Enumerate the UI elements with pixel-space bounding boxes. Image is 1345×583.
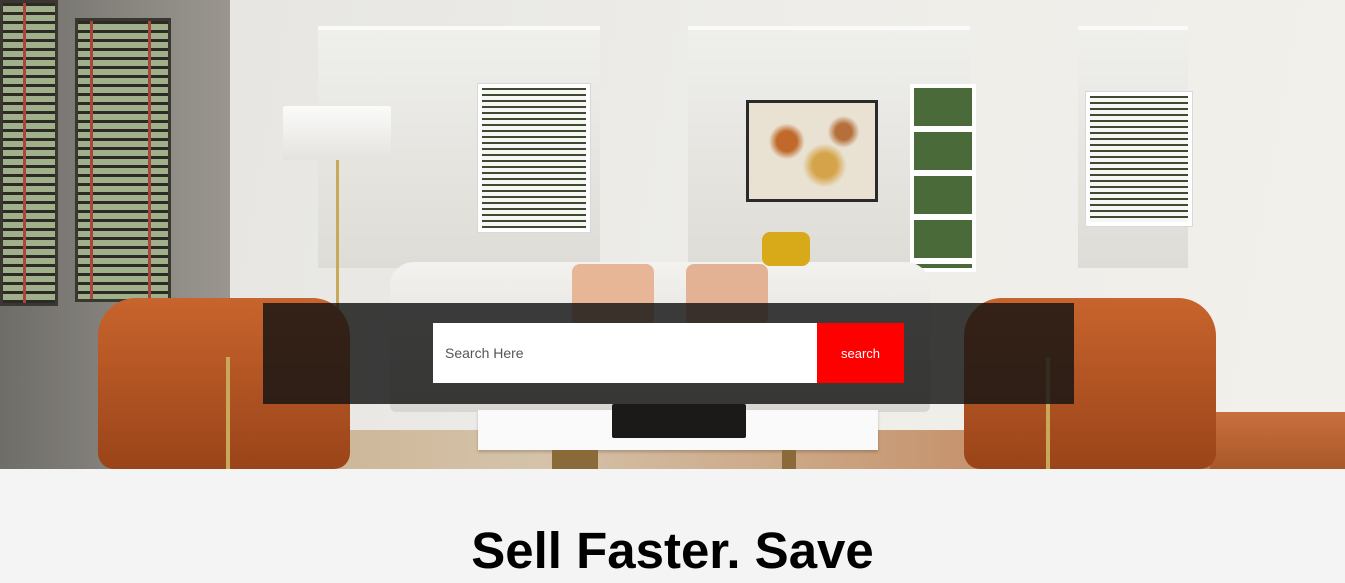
hero-tray [612,404,746,438]
hero-side-table [226,357,230,469]
hero-painting [746,100,878,202]
hero-lamp-shade [283,106,391,160]
blind-cord [23,3,26,303]
hero-door [910,84,976,272]
hero-pillow [762,232,810,266]
search-input[interactable] [433,323,817,383]
hero-window [1086,92,1192,226]
blind-cord [90,21,93,299]
hero-coffee-table-leg [782,450,796,469]
main-content: Sell Faster. Save [0,469,1345,583]
blind-cord [148,21,151,299]
search-form: search [433,323,904,383]
hero-coffee-table-leg [552,450,598,469]
hero-floor-wood [1210,412,1345,469]
hero-window-blind [75,18,171,302]
hero-window-blind [0,0,58,306]
search-button[interactable]: search [817,323,904,383]
hero-window [478,84,590,232]
page-headline: Sell Faster. Save [471,522,874,579]
search-overlay: search [263,303,1074,404]
hero-banner: search [0,0,1345,469]
